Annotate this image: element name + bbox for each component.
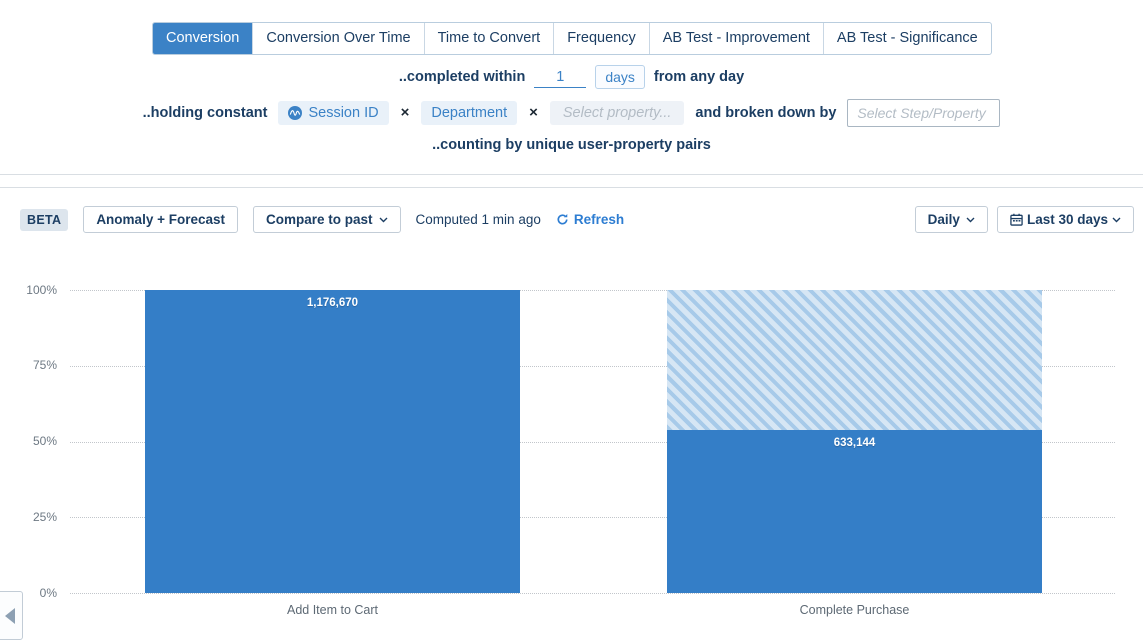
funnel-analysis-page: ConversionConversion Over TimeTime to Co… — [0, 0, 1143, 640]
anomaly-forecast-label: Anomaly + Forecast — [96, 212, 225, 227]
remove-property-icon[interactable]: × — [400, 105, 411, 120]
daterange-select-button[interactable]: Last 30 days — [997, 206, 1134, 233]
collapse-panel-button[interactable] — [0, 591, 23, 640]
held-properties: Session ID × Department × — [278, 101, 538, 125]
tab-ab-test-improvement[interactable]: AB Test - Improvement — [649, 23, 823, 54]
toolbar-left-group: BETA Anomaly + Forecast Compare to past … — [20, 206, 624, 233]
left-triangle-icon — [5, 608, 15, 624]
tab-conversion[interactable]: Conversion — [153, 23, 252, 54]
holding-constant-label: ..holding constant — [143, 105, 268, 121]
held-property-chip-department[interactable]: Department — [421, 101, 517, 125]
y-axis-tick: 75% — [0, 359, 57, 372]
gridline — [70, 593, 1115, 594]
amplitude-logo-icon — [288, 106, 302, 120]
tab-bar: ConversionConversion Over TimeTime to Co… — [152, 22, 992, 55]
y-axis-tick: 25% — [0, 511, 57, 524]
toolbar-right-group: Daily Last 30 days — [915, 206, 1134, 233]
select-property-chip[interactable]: Select property... — [550, 101, 685, 125]
remove-property-icon[interactable]: × — [528, 105, 539, 120]
breakdown-step-input[interactable] — [847, 99, 1000, 127]
daterange-label: Last 30 days — [1027, 212, 1108, 227]
holding-constant-row: ..holding constant Session ID × Department… — [0, 99, 1143, 126]
funnel-bar-complete-purchase[interactable] — [667, 430, 1042, 593]
tab-ab-test-significance[interactable]: AB Test - Significance — [823, 23, 991, 54]
compare-to-past-button[interactable]: Compare to past — [253, 206, 401, 233]
held-property-chip-session-id[interactable]: Session ID — [278, 101, 388, 125]
window-unit-button[interactable]: days — [595, 65, 645, 89]
interval-select-button[interactable]: Daily — [915, 206, 988, 233]
completed-within-row: ..completed within days from any day — [0, 64, 1143, 90]
funnel-dropoff-segment[interactable] — [667, 290, 1042, 430]
chevron-down-icon — [966, 217, 975, 223]
tab-conversion-over-time[interactable]: Conversion Over Time — [252, 23, 423, 54]
counting-by-label: ..counting by unique user-property pairs — [432, 137, 711, 153]
tab-frequency[interactable]: Frequency — [553, 23, 649, 54]
broken-down-by-label: and broken down by — [695, 105, 836, 121]
tab-time-to-convert[interactable]: Time to Convert — [424, 23, 554, 54]
refresh-icon — [556, 213, 569, 226]
conversion-window-input[interactable] — [534, 67, 586, 88]
completed-within-label: ..completed within — [399, 69, 525, 85]
chart-toolbar: BETA Anomaly + Forecast Compare to past … — [0, 206, 1143, 233]
held-property-label: Department — [431, 105, 507, 121]
from-any-day-label: from any day — [654, 69, 744, 85]
counting-by-row: ..counting by unique user-property pairs — [0, 134, 1143, 156]
y-axis-tick: 50% — [0, 435, 57, 448]
y-axis-tick: 100% — [0, 284, 57, 297]
beta-badge: BETA — [20, 209, 68, 231]
calendar-icon — [1010, 213, 1023, 226]
refresh-label: Refresh — [574, 212, 624, 227]
section-divider-top — [0, 174, 1143, 175]
refresh-button[interactable]: Refresh — [556, 212, 624, 227]
section-divider-bottom — [0, 187, 1143, 188]
funnel-chart: 100%75%50%25%0%1,176,670Add Item to Cart… — [0, 0, 1143, 640]
x-axis-label: Complete Purchase — [667, 603, 1042, 617]
compare-to-past-label: Compare to past — [266, 212, 373, 227]
interval-label: Daily — [928, 212, 960, 227]
computed-timestamp: Computed 1 min ago — [416, 212, 541, 227]
funnel-bar-add-item-to-cart[interactable] — [145, 290, 520, 593]
held-property-label: Session ID — [308, 105, 378, 121]
chevron-down-icon — [379, 217, 388, 223]
chevron-down-icon — [1112, 217, 1121, 223]
anomaly-forecast-button[interactable]: Anomaly + Forecast — [83, 206, 238, 233]
x-axis-label: Add Item to Cart — [145, 603, 520, 617]
